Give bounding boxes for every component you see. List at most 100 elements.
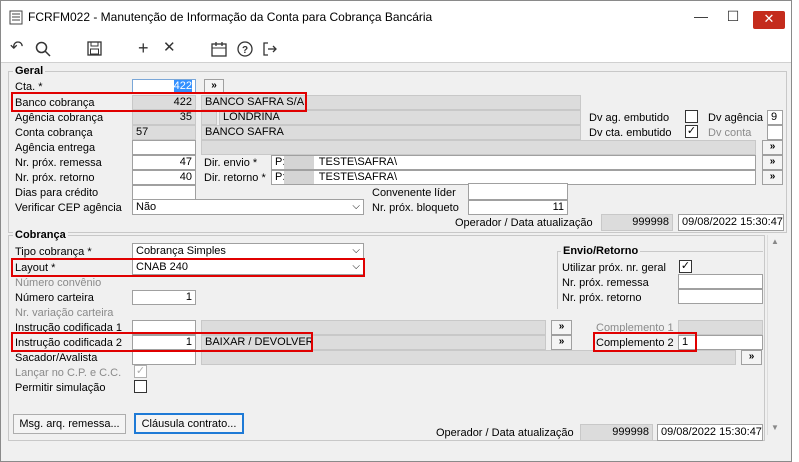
title-bar: FCRFM022 - Manutenção de Informação da C… (1, 1, 791, 33)
delete-icon[interactable]: ✕ (163, 39, 176, 57)
operador-cobranca-field: 999998 (580, 424, 653, 441)
layout-select[interactable]: CNAB 240 ⌵ (132, 259, 364, 275)
instrucao2-label: Instrução codificada 2 (15, 337, 123, 349)
agencia-code-field: 35 (132, 110, 196, 125)
dv-ag-embutido-checkbox[interactable] (685, 110, 698, 123)
numero-carteira-input[interactable]: 1 (132, 290, 196, 305)
nr-prox-remessa-input[interactable]: 47 (132, 155, 196, 170)
tipo-cobranca-select[interactable]: Cobrança Simples ⌵ (132, 243, 364, 259)
nr-prox-retorno-label: Nr. próx. retorno (15, 172, 95, 184)
env-retorno-input[interactable] (678, 289, 763, 304)
layout-label: Layout * (15, 262, 56, 274)
agencia-entrega-label: Agência entrega (15, 142, 96, 154)
dir-retorno-masked (284, 171, 314, 184)
save-icon[interactable] (87, 41, 102, 56)
complemento2-input[interactable]: 1 (678, 335, 763, 350)
instrucao2-lookup-button[interactable]: » (551, 335, 572, 350)
msg-arq-remessa-button[interactable]: Msg. arq. remessa... (13, 414, 126, 434)
cta-label: Cta. * (15, 81, 43, 93)
document-icon (9, 10, 23, 25)
agencia-entrega-input[interactable] (132, 140, 196, 155)
dv-conta-label: Dv conta (708, 127, 752, 139)
data-geral-field: 09/08/2022 15:30:47 (678, 214, 784, 231)
instrucao1-label: Instrução codificada 1 (15, 322, 123, 334)
utilizar-prox-label: Utilizar próx. nr. geral (562, 262, 666, 274)
dv-cta-embutido-checkbox[interactable]: ✓ (685, 125, 698, 138)
vertical-scrollbar[interactable]: ▲ ▼ (767, 235, 783, 435)
minimize-button[interactable]: — (686, 5, 716, 29)
search-icon[interactable] (35, 41, 51, 57)
operador-geral-label: Operador / Data atualização (455, 217, 593, 229)
chevron-down-icon: ⌵ (352, 245, 360, 256)
nr-variacao-label: Nr. variação carteira (15, 307, 114, 319)
dir-retorno-browse-button[interactable]: » (762, 170, 783, 185)
dir-envio-browse-button[interactable]: » (762, 155, 783, 170)
maximize-button[interactable]: ☐ (718, 5, 748, 29)
instrucao1-input[interactable] (132, 320, 196, 335)
banco-label: Banco cobrança (15, 97, 95, 109)
agencia-dv-field (201, 110, 217, 125)
utilizar-prox-checkbox[interactable]: ✓ (679, 260, 692, 273)
dir-envio-masked (284, 156, 314, 169)
operador-geral-field: 999998 (601, 214, 673, 231)
numero-convenio-label: Número convênio (15, 277, 102, 289)
nr-prox-remessa-label: Nr. próx. remessa (15, 157, 102, 169)
sacador-input[interactable] (132, 350, 196, 365)
instrucao2-input[interactable]: 1 (132, 335, 196, 350)
instrucao1-name-field (201, 320, 546, 335)
nr-prox-bloqueto-label: Nr. próx. bloqueto (372, 202, 459, 214)
toolbar: ↶ + ✕ ? (1, 33, 791, 63)
sacador-name-field (201, 350, 736, 365)
agencia-name-field: LONDRINA (219, 110, 581, 125)
help-icon[interactable]: ? (237, 41, 253, 57)
dir-envio-input[interactable]: P:\ TESTE\SAFRA\ (271, 155, 756, 170)
instrucao1-lookup-button[interactable]: » (551, 320, 572, 335)
dv-agencia-input[interactable]: 9 (767, 110, 783, 125)
dias-credito-label: Dias para crédito (15, 187, 99, 199)
dv-agencia-label: Dv agência (708, 112, 764, 124)
agencia-entrega-lookup-button[interactable]: » (762, 140, 783, 155)
clausula-contrato-button[interactable]: Cláusula contrato... (134, 413, 244, 434)
conta-code-field: 57 (132, 125, 196, 140)
convenente-input[interactable] (468, 183, 568, 200)
add-icon[interactable]: + (138, 39, 149, 57)
banco-name-field: BANCO SAFRA S/A. (201, 95, 581, 110)
env-retorno-label: Nr. próx. retorno (562, 292, 642, 304)
env-remessa-input[interactable] (678, 274, 763, 289)
cta-input[interactable]: 422 (132, 79, 196, 94)
dv-conta-input[interactable] (767, 125, 783, 140)
nr-prox-retorno-input[interactable]: 40 (132, 170, 196, 185)
chevron-down-icon: ⌵ (352, 261, 360, 272)
dv-cta-embutido-label: Dv cta. embutido (589, 127, 672, 139)
operador-cobranca-label: Operador / Data atualização (436, 427, 574, 439)
svg-text:?: ? (242, 45, 248, 56)
verificar-cep-label: Verificar CEP agência (15, 202, 122, 214)
sacador-lookup-button[interactable]: » (741, 350, 762, 365)
permitir-simulacao-label: Permitir simulação (15, 382, 106, 394)
lancar-checkbox[interactable]: ✓ (134, 365, 147, 378)
dv-ag-embutido-label: Dv ag. embutido (589, 112, 670, 124)
scroll-down-icon[interactable]: ▼ (771, 423, 779, 432)
dir-envio-label: Dir. envio * (204, 157, 258, 169)
agencia-entrega-name-field (201, 140, 756, 155)
env-remessa-label: Nr. próx. remessa (562, 277, 649, 289)
window-title: FCRFM022 - Manutenção de Informação da C… (28, 10, 433, 24)
nr-prox-bloqueto-input[interactable]: 11 (468, 200, 568, 215)
calendar-icon[interactable] (211, 41, 227, 57)
exit-icon[interactable] (262, 41, 278, 57)
dir-retorno-label: Dir. retorno * (204, 172, 266, 184)
permitir-simulacao-checkbox[interactable] (134, 380, 147, 393)
agencia-label: Agência cobrança (15, 112, 104, 124)
scroll-up-icon[interactable]: ▲ (771, 237, 779, 246)
close-button[interactable]: ✕ (753, 11, 785, 29)
dias-credito-input[interactable] (132, 185, 196, 200)
cobranca-heading: Cobrança (13, 229, 68, 241)
cta-lookup-button[interactable]: » (204, 79, 224, 94)
data-cobranca-field: 09/08/2022 15:30:47 (657, 424, 763, 441)
complemento1-field (678, 320, 763, 335)
chevron-down-icon: ⌵ (352, 201, 360, 212)
main-window: FCRFM022 - Manutenção de Informação da C… (0, 0, 792, 462)
verificar-cep-select[interactable]: Não ⌵ (132, 199, 364, 215)
undo-icon[interactable]: ↶ (10, 39, 23, 57)
sacador-label: Sacador/Avalista (15, 352, 98, 364)
